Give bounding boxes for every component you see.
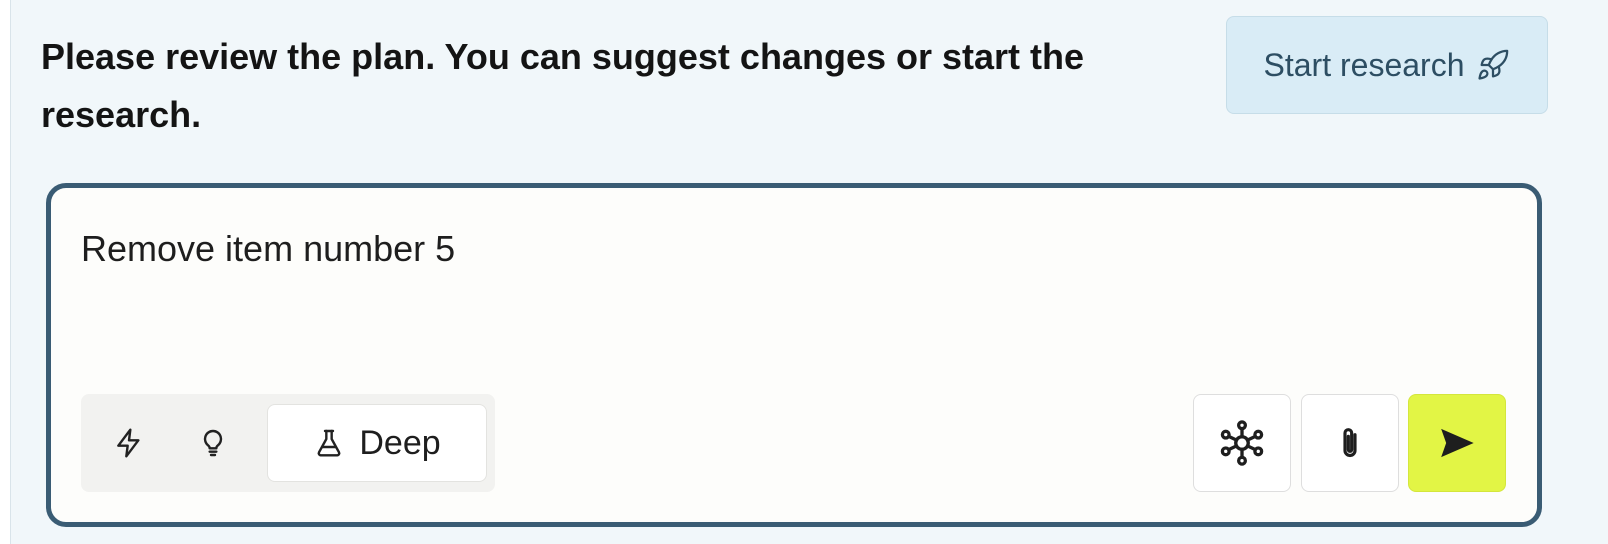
message-input[interactable] (81, 228, 1481, 270)
fast-mode-button[interactable] (101, 394, 157, 492)
send-icon (1435, 423, 1479, 463)
paperclip-icon (1330, 419, 1370, 467)
flask-icon (313, 426, 345, 460)
plan-review-panel: Please review the plan. You can suggest … (10, 0, 1608, 544)
rocket-icon (1476, 48, 1510, 82)
plan-review-prompt: Please review the plan. You can suggest … (41, 36, 1085, 135)
send-button[interactable] (1408, 394, 1506, 492)
connectors-button[interactable] (1193, 394, 1291, 492)
lightbulb-icon (197, 425, 229, 461)
attach-file-button[interactable] (1301, 394, 1399, 492)
deep-mode-label: Deep (359, 423, 441, 462)
think-mode-button[interactable] (185, 394, 241, 492)
message-composer: Deep (46, 183, 1542, 527)
lightning-icon (113, 425, 145, 461)
start-research-label: Start research (1263, 46, 1465, 83)
network-icon (1217, 418, 1267, 468)
start-research-button[interactable]: Start research (1226, 16, 1548, 114)
deep-mode-button[interactable]: Deep (267, 404, 487, 482)
research-mode-selector: Deep (81, 394, 495, 492)
